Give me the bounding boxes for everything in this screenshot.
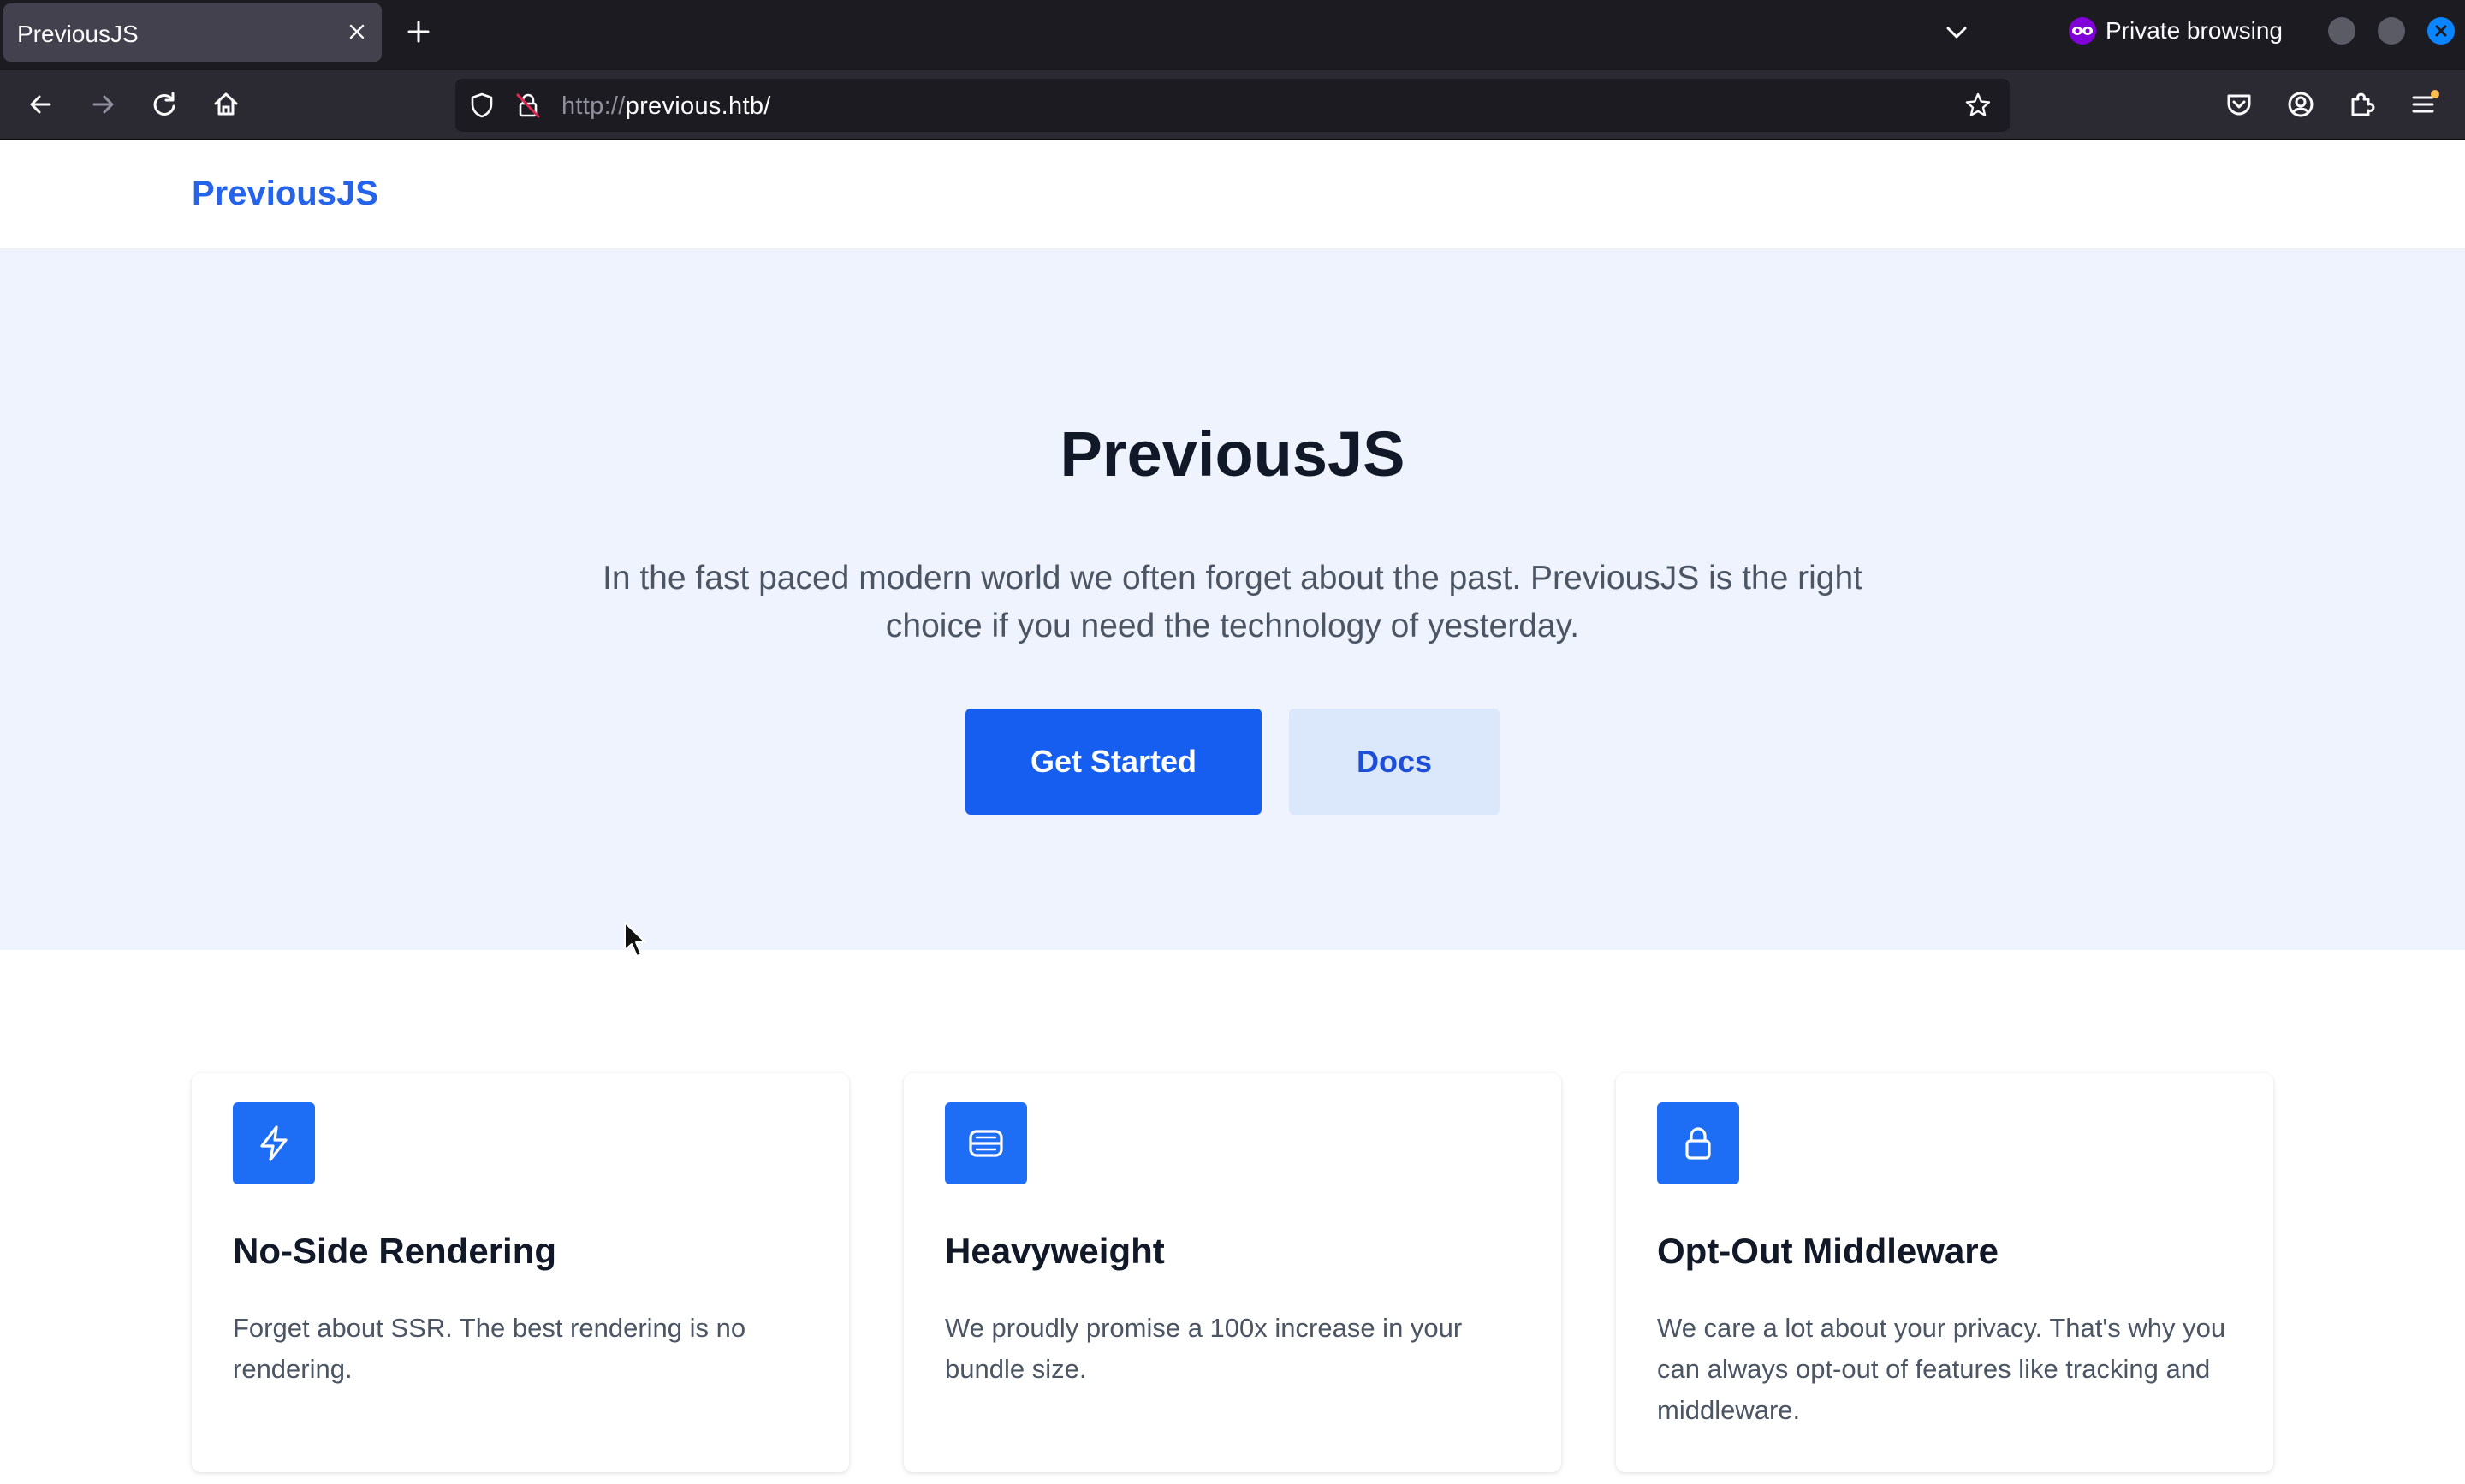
feature-card-no-side-rendering: No-Side Rendering Forget about SSR. The …	[192, 1073, 849, 1472]
lock-insecure-icon[interactable]	[514, 91, 543, 120]
lock-icon	[1685, 1127, 1711, 1160]
window-close-button[interactable]	[2427, 17, 2455, 45]
feature-title: Heavyweight	[945, 1231, 1165, 1271]
url-text[interactable]: http://previous.htb/	[561, 92, 771, 121]
pocket-icon[interactable]	[2222, 87, 2256, 122]
get-started-button[interactable]: Get Started	[965, 709, 1262, 815]
feature-description: We proudly promise a 100x increase in yo…	[945, 1313, 1463, 1384]
maximize-button[interactable]	[2378, 17, 2405, 45]
hero-subtitle-line1: In the fast paced modern world we often …	[602, 560, 1862, 597]
private-browsing-label: Private browsing	[2106, 17, 2283, 44]
private-browsing-indicator: Private browsing	[2068, 15, 2283, 46]
home-icon[interactable]	[209, 87, 243, 122]
docs-button[interactable]: Docs	[1289, 709, 1500, 815]
hero-subtitle: In the fast paced modern world we often …	[548, 555, 1917, 650]
lightning-icon	[260, 1125, 288, 1161]
url-scheme: http://	[561, 92, 626, 120]
minimize-button[interactable]	[2328, 17, 2355, 45]
browser-tab[interactable]: PreviousJS	[3, 3, 382, 62]
star-icon[interactable]	[1963, 91, 1993, 120]
feature-icon-box	[1657, 1102, 1739, 1184]
feature-title: Opt-Out Middleware	[1657, 1231, 1999, 1271]
private-mask-icon	[2069, 17, 2096, 45]
hero-title: PreviousJS	[1060, 418, 1405, 490]
reload-icon[interactable]	[147, 87, 181, 122]
plus-icon[interactable]	[402, 15, 435, 48]
hero-subtitle-line2: choice if you need the technology of yes…	[885, 608, 1580, 644]
feature-description: Forget about SSR. The best rendering is …	[233, 1313, 746, 1384]
brand-logo-link[interactable]: PreviousJS	[192, 175, 378, 213]
shield-icon[interactable]	[467, 91, 496, 120]
site-header: PreviousJS	[0, 140, 2465, 250]
feature-card-opt-out-middleware: Opt-Out Middleware We care a lot about y…	[1616, 1073, 2273, 1472]
browser-toolbar: http://previous.htb/	[0, 70, 2465, 140]
feature-card-heavyweight: Heavyweight We proudly promise a 100x in…	[904, 1073, 1561, 1472]
tab-title: PreviousJS	[17, 21, 139, 47]
address-bar[interactable]: http://previous.htb/	[455, 79, 2010, 132]
server-icon	[969, 1130, 1003, 1157]
feature-title: No-Side Rendering	[233, 1231, 557, 1271]
hamburger-icon[interactable]	[2407, 87, 2441, 122]
feature-icon-box	[945, 1102, 1027, 1184]
puzzle-icon[interactable]	[2345, 87, 2379, 122]
hero-section: PreviousJS In the fast paced modern worl…	[0, 250, 2465, 950]
close-icon	[2435, 25, 2447, 37]
browser-tab-bar: PreviousJS Private browsing	[0, 0, 2465, 70]
account-icon[interactable]	[2284, 87, 2318, 122]
feature-icon-box	[233, 1102, 315, 1184]
chevron-down-icon[interactable]	[1941, 17, 1972, 48]
feature-description: We care a lot about your privacy. That's…	[1657, 1313, 2226, 1425]
arrow-left-icon[interactable]	[24, 87, 58, 122]
mouse-cursor-icon	[624, 922, 646, 957]
url-host: previous.htb/	[625, 92, 771, 120]
close-icon[interactable]	[344, 19, 370, 45]
arrow-right-icon[interactable]	[86, 87, 120, 122]
